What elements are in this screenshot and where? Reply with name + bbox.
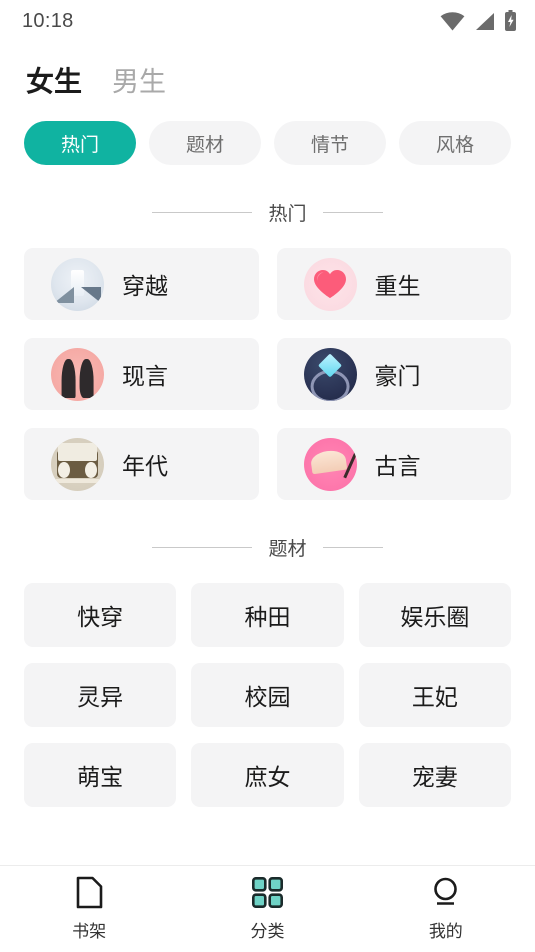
couple-figure-left-shape — [61, 359, 76, 399]
filter-chip-row: 热门 题材 情节 风格 — [0, 96, 535, 165]
nav-item-bookshelf[interactable]: 书架 — [0, 876, 178, 942]
wifi-icon — [440, 11, 465, 31]
hot-card-label: 豪门 — [374, 363, 421, 389]
person-icon — [430, 877, 461, 909]
hot-card-guyan[interactable]: 古言 — [276, 428, 511, 500]
theme-card-shunv[interactable]: 庶女 — [191, 743, 344, 807]
fan-blade-shape — [309, 448, 348, 475]
hot-category-grid: 穿越 重生 现言 豪门 年代 古言 — [0, 226, 535, 500]
nav-item-label: 分类 — [250, 921, 285, 941]
section-divider-right — [322, 547, 383, 548]
couple-figure-right-shape — [79, 359, 94, 399]
nav-item-label: 我的 — [428, 921, 463, 941]
portal-hill-left-shape — [54, 287, 75, 304]
heart-icon — [303, 257, 357, 311]
theme-card-lingyi[interactable]: 灵异 — [24, 663, 177, 727]
bottom-navigation-bar: 书架 分类 我的 — [0, 865, 535, 952]
status-bar-clock: 10:18 — [22, 9, 74, 32]
gender-tab-male[interactable]: 男生 — [112, 69, 166, 96]
status-bar: 10:18 — [0, 0, 535, 42]
hot-card-haomen[interactable]: 豪门 — [276, 338, 511, 410]
theme-card-yulequan[interactable]: 娱乐圈 — [358, 583, 511, 647]
theme-card-chongqi[interactable]: 宠妻 — [358, 743, 511, 807]
theme-card-wangfei[interactable]: 王妃 — [358, 663, 511, 727]
hot-card-label: 古言 — [374, 453, 421, 479]
couple-icon — [51, 347, 104, 401]
couple-silhouette-shape — [61, 359, 94, 399]
filter-chip-plot[interactable]: 情节 — [274, 121, 386, 165]
category-content[interactable]: 热门 穿越 重生 现言 豪门 年代 古言 题材 快穿 种田 娱乐圈 灵异 校园 … — [0, 199, 535, 807]
cassette-label-shape — [58, 442, 97, 461]
section-divider-right — [322, 212, 383, 213]
diamond-ring-icon — [303, 347, 357, 401]
hot-card-label: 穿越 — [122, 273, 168, 299]
gender-tab-female[interactable]: 女生 — [26, 68, 82, 96]
section-header-theme: 题材 — [0, 534, 535, 561]
status-bar-icons — [440, 10, 517, 32]
cassette-tape-icon — [51, 437, 104, 491]
hot-card-chuanyue[interactable]: 穿越 — [24, 248, 259, 320]
section-divider-left — [152, 212, 253, 213]
grid-category-icon — [251, 877, 283, 909]
filter-chip-hot[interactable]: 热门 — [24, 121, 136, 165]
battery-charging-icon — [504, 10, 517, 32]
theme-category-grid: 快穿 种田 娱乐圈 灵异 校园 王妃 萌宝 庶女 宠妻 — [0, 561, 535, 807]
folding-fan-icon — [303, 437, 357, 491]
cassette-reel-right-shape — [84, 461, 97, 478]
hot-card-xianyan[interactable]: 现言 — [24, 338, 259, 410]
theme-card-mengbao[interactable]: 萌宝 — [24, 743, 177, 807]
theme-card-zhongtian[interactable]: 种田 — [191, 583, 344, 647]
section-header-hot: 热门 — [0, 199, 535, 226]
cellular-signal-icon — [474, 12, 495, 31]
cassette-strip-shape — [56, 478, 99, 484]
bookshelf-page-icon — [75, 876, 104, 909]
theme-card-kuaichuan[interactable]: 快穿 — [24, 583, 177, 647]
hot-card-label: 重生 — [374, 273, 421, 299]
hot-card-niandai[interactable]: 年代 — [24, 428, 259, 500]
portal-hill-right-shape — [80, 287, 101, 304]
nav-item-profile[interactable]: 我的 — [357, 877, 535, 942]
section-divider-left — [152, 547, 253, 548]
hot-card-label: 年代 — [122, 453, 168, 479]
portal-icon — [51, 257, 104, 311]
section-header-hot-label: 热门 — [268, 204, 307, 225]
hot-card-label: 现言 — [122, 363, 168, 389]
nav-item-category[interactable]: 分类 — [178, 877, 356, 942]
cassette-reel-left-shape — [58, 461, 71, 478]
theme-card-xiaoyuan[interactable]: 校园 — [191, 663, 344, 727]
hot-card-chongsheng[interactable]: 重生 — [276, 248, 511, 320]
section-header-theme-label: 题材 — [268, 539, 307, 560]
filter-chip-theme[interactable]: 题材 — [149, 121, 261, 165]
gender-tab-bar: 女生 男生 — [0, 42, 535, 96]
filter-chip-style[interactable]: 风格 — [399, 121, 511, 165]
nav-item-label: 书架 — [72, 921, 107, 941]
